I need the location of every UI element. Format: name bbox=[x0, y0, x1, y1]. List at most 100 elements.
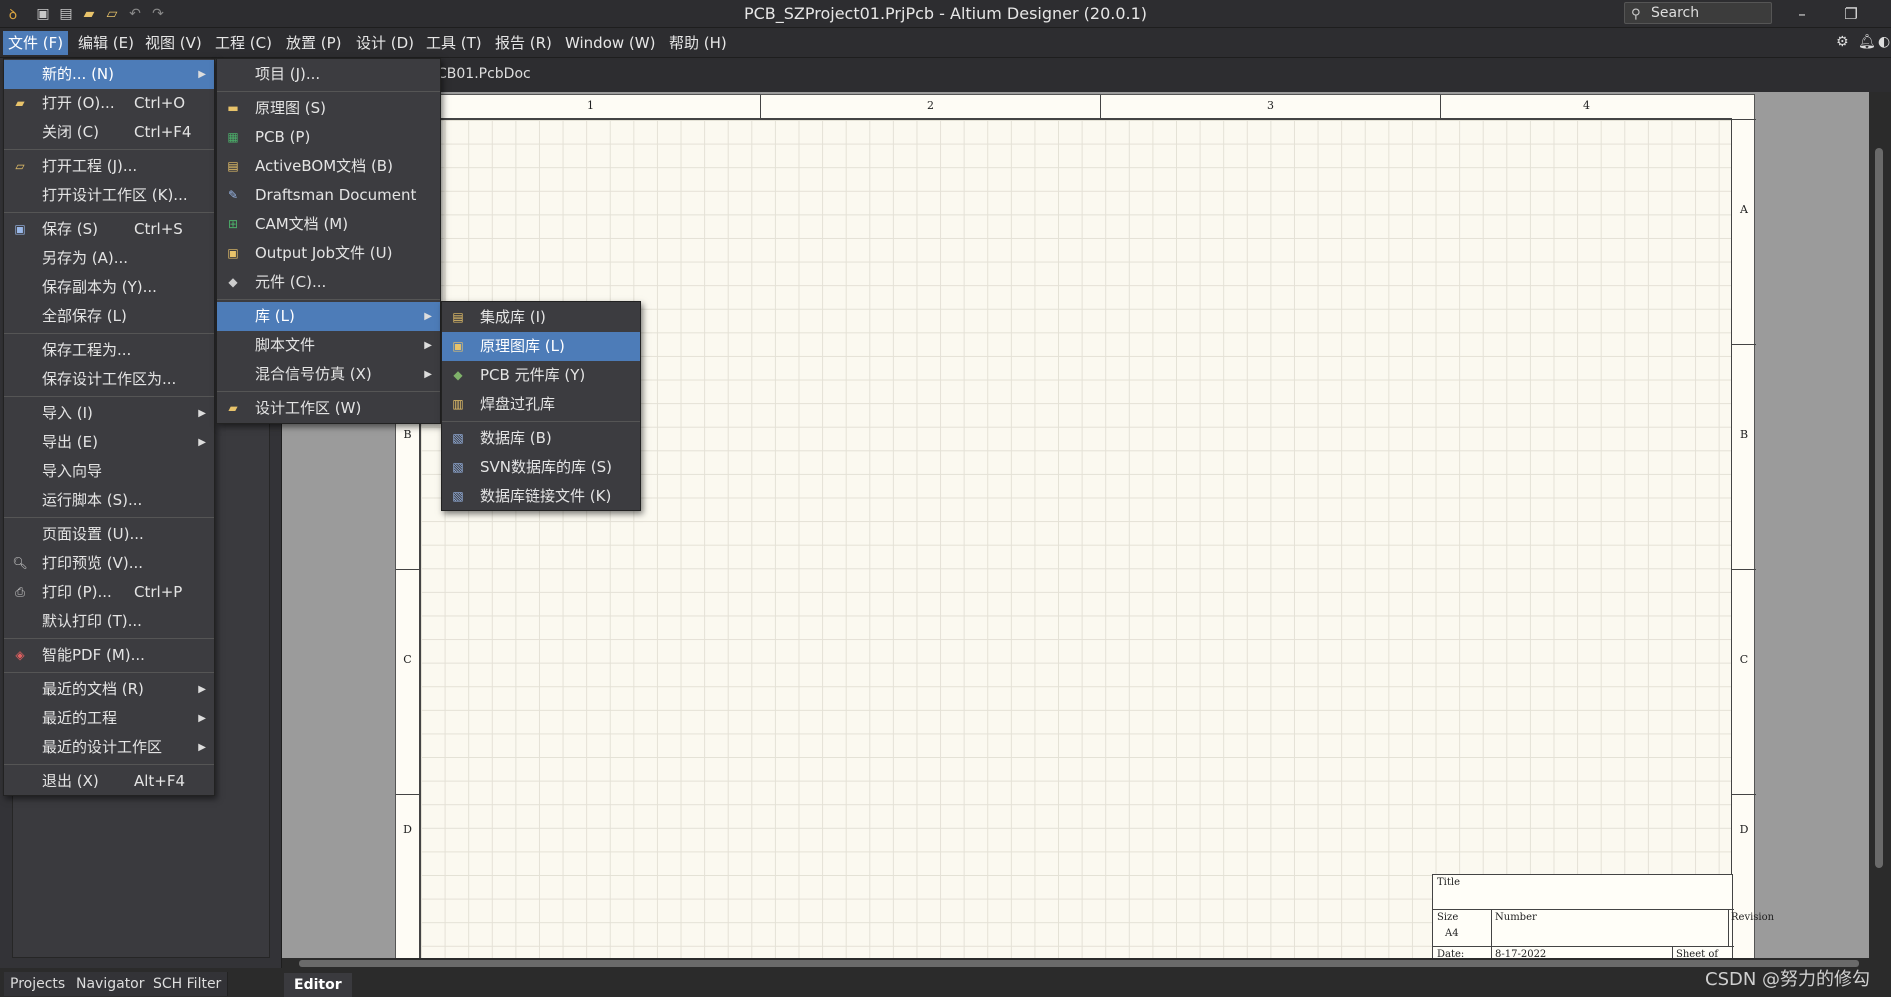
new-menu-library[interactable]: 库 (L) ▶ bbox=[217, 302, 440, 331]
vertical-scrollbar[interactable] bbox=[1869, 92, 1891, 958]
account-icon[interactable]: ◐ bbox=[1878, 34, 1890, 50]
menu-item-label: 打印预览 (V)... bbox=[42, 554, 144, 572]
submenu-arrow-icon: ▶ bbox=[198, 684, 206, 695]
menu-item-label: 集成库 (I) bbox=[480, 308, 546, 326]
new-menu-mixed-sim[interactable]: 混合信号仿真 (X) ▶ bbox=[217, 360, 440, 389]
menu-reports[interactable]: 报告 (R) bbox=[490, 31, 557, 55]
horizontal-scrollbar[interactable] bbox=[282, 958, 1891, 969]
menu-item-label: Draftsman Document bbox=[255, 186, 417, 204]
library-menu-pad-via-library[interactable]: ▥ 焊盘过孔库 bbox=[442, 390, 640, 419]
horizontal-scroll-thumb[interactable] bbox=[299, 960, 1859, 967]
tab-sch-filter[interactable]: SCH Filter bbox=[147, 972, 229, 996]
menu-tools[interactable]: 工具 (T) bbox=[421, 31, 487, 55]
restore-icon[interactable]: ❐ bbox=[1838, 3, 1864, 25]
menu-item-label: 焊盘过孔库 bbox=[480, 395, 556, 413]
file-menu-print[interactable]: ⎙ 打印 (P)... Ctrl+P bbox=[4, 578, 214, 607]
menu-item-label: 库 (L) bbox=[255, 307, 295, 325]
menu-separator bbox=[217, 299, 440, 300]
file-menu-save-all[interactable]: 全部保存 (L) bbox=[4, 302, 214, 331]
menu-item-label: SVN数据库的库 (S) bbox=[480, 458, 612, 476]
menu-item-label: 保存设计工作区为... bbox=[42, 370, 177, 388]
search-input[interactable]: ⚲ Search bbox=[1624, 2, 1772, 24]
menu-item-label: 新的... (N) bbox=[42, 65, 114, 83]
tab-projects[interactable]: Projects bbox=[4, 972, 73, 996]
file-menu-export[interactable]: 导出 (E) ▶ bbox=[4, 428, 214, 457]
menu-edit[interactable]: 编辑 (E) bbox=[73, 31, 139, 55]
new-menu-activebom[interactable]: ▤ ActiveBOM文档 (B) bbox=[217, 152, 440, 181]
library-menu-svn-database[interactable]: ▧ SVN数据库的库 (S) bbox=[442, 453, 640, 482]
title-block-sheet: Sheet of bbox=[1676, 949, 1719, 958]
menu-item-label: ActiveBOM文档 (B) bbox=[255, 157, 393, 175]
new-menu-workspace[interactable]: ▰ 设计工作区 (W) bbox=[217, 394, 440, 423]
tab-navigator[interactable]: Navigator bbox=[70, 972, 152, 996]
file-menu-open-project[interactable]: ▱ 打开工程 (J)... bbox=[4, 152, 214, 181]
new-menu-cam[interactable]: ⊞ CAM文档 (M) bbox=[217, 210, 440, 239]
file-menu-open[interactable]: ▰ 打开 (O)... Ctrl+O bbox=[4, 89, 214, 118]
menu-file[interactable]: 文件 (F) bbox=[3, 31, 69, 55]
printer-icon: ⎙ bbox=[15, 585, 25, 599]
library-menu-schematic-library[interactable]: ▣ 原理图库 (L) bbox=[442, 332, 640, 361]
title-block-line bbox=[1433, 909, 1734, 910]
file-menu-save-workspace-as[interactable]: 保存设计工作区为... bbox=[4, 365, 214, 394]
file-menu-save[interactable]: ▣ 保存 (S) Ctrl+S bbox=[4, 215, 214, 244]
library-menu-database-link[interactable]: ▧ 数据库链接文件 (K) bbox=[442, 482, 640, 511]
new-menu-component[interactable]: ◆ 元件 (C)... bbox=[217, 268, 440, 297]
file-menu-print-preview[interactable]: 🔍︎ 打印预览 (V)... bbox=[4, 549, 214, 578]
library-menu-database[interactable]: ▧ 数据库 (B) bbox=[442, 424, 640, 453]
menu-item-label: 另存为 (A)... bbox=[42, 249, 129, 267]
library-menu-integrated[interactable]: ▤ 集成库 (I) bbox=[442, 303, 640, 332]
submenu-arrow-icon: ▶ bbox=[424, 311, 432, 322]
file-menu-exit[interactable]: 退出 (X) Alt+F4 bbox=[4, 767, 214, 796]
new-menu-schematic[interactable]: ▬ 原理图 (S) bbox=[217, 94, 440, 123]
file-menu-import-wizard[interactable]: 导入向导 bbox=[4, 457, 214, 486]
menu-view[interactable]: 视图 (V) bbox=[140, 31, 207, 55]
file-menu-default-print[interactable]: 默认打印 (T)... bbox=[4, 607, 214, 636]
file-menu-run-script[interactable]: 运行脚本 (S)... bbox=[4, 486, 214, 515]
new-menu-script-file[interactable]: 脚本文件 ▶ bbox=[217, 331, 440, 360]
menu-window[interactable]: Window (W) bbox=[560, 31, 660, 55]
pad-via-library-icon: ▥ bbox=[452, 397, 464, 411]
menu-item-shortcut: Ctrl+F4 bbox=[134, 123, 192, 141]
document-tab[interactable]: CB01.PcbDoc bbox=[437, 66, 531, 82]
file-menu-recent-workspaces[interactable]: 最近的设计工作区 ▶ bbox=[4, 733, 214, 762]
settings-icon[interactable]: ⚙ bbox=[1836, 34, 1849, 50]
menu-item-label: PCB (P) bbox=[255, 128, 311, 146]
new-menu-project[interactable]: 项目 (J)... bbox=[217, 60, 440, 89]
menu-item-label: 数据库链接文件 (K) bbox=[480, 487, 612, 505]
file-menu-page-setup[interactable]: 页面设置 (U)... bbox=[4, 520, 214, 549]
library-menu-pcb-library[interactable]: ◆ PCB 元件库 (Y) bbox=[442, 361, 640, 390]
tab-editor[interactable]: Editor bbox=[284, 973, 352, 997]
menu-separator bbox=[4, 333, 214, 334]
vertical-scroll-thumb[interactable] bbox=[1875, 148, 1883, 868]
file-menu-open-workspace[interactable]: 打开设计工作区 (K)... bbox=[4, 181, 214, 210]
minimize-icon[interactable]: – bbox=[1789, 3, 1815, 25]
notifications-icon[interactable]: 🔔︎ bbox=[1858, 34, 1876, 50]
file-menu-smart-pdf[interactable]: ◈ 智能PDF (M)... bbox=[4, 641, 214, 670]
schematic-sheet[interactable]: 1 2 3 4 A B C D B C D Title Size A4 Numb… bbox=[395, 94, 1774, 958]
title-block: Title Size A4 Number Revision Date: 8-17… bbox=[1432, 874, 1774, 958]
new-menu-pcb[interactable]: ▦ PCB (P) bbox=[217, 123, 440, 152]
menu-help[interactable]: 帮助 (H) bbox=[664, 31, 732, 55]
document-area[interactable]: 1 2 3 4 A B C D B C D Title Size A4 Numb… bbox=[282, 92, 1869, 958]
file-menu-save-as[interactable]: 另存为 (A)... bbox=[4, 244, 214, 273]
file-menu-save-copy-as[interactable]: 保存副本为 (Y)... bbox=[4, 273, 214, 302]
file-menu-import[interactable]: 导入 (I) ▶ bbox=[4, 399, 214, 428]
menu-separator bbox=[217, 91, 440, 92]
zone-label-left-d: D bbox=[396, 794, 420, 958]
file-menu-recent-projects[interactable]: 最近的工程 ▶ bbox=[4, 704, 214, 733]
title-block-size-value: A4 bbox=[1445, 928, 1459, 939]
menu-item-label: 默认打印 (T)... bbox=[42, 612, 142, 630]
file-menu-recent-documents[interactable]: 最近的文档 (R) ▶ bbox=[4, 675, 214, 704]
new-menu-output-job[interactable]: ▣ Output Job文件 (U) bbox=[217, 239, 440, 268]
file-menu-close[interactable]: 关闭 (C) Ctrl+F4 bbox=[4, 118, 214, 147]
new-menu-draftsman[interactable]: ✎ Draftsman Document bbox=[217, 181, 440, 210]
file-menu-new[interactable]: 新的... (N) ▶ bbox=[4, 60, 214, 89]
output-job-icon: ▣ bbox=[227, 246, 239, 260]
new-submenu: 项目 (J)... ▬ 原理图 (S) ▦ PCB (P) ▤ ActiveBOM文档… bbox=[216, 58, 441, 424]
menu-item-label: 最近的设计工作区 bbox=[42, 738, 163, 756]
save-icon: ▣ bbox=[14, 222, 26, 236]
file-menu-save-project-as[interactable]: 保存工程为... bbox=[4, 336, 214, 365]
menu-place[interactable]: 放置 (P) bbox=[281, 31, 347, 55]
menu-project[interactable]: 工程 (C) bbox=[210, 31, 277, 55]
menu-design[interactable]: 设计 (D) bbox=[351, 31, 419, 55]
